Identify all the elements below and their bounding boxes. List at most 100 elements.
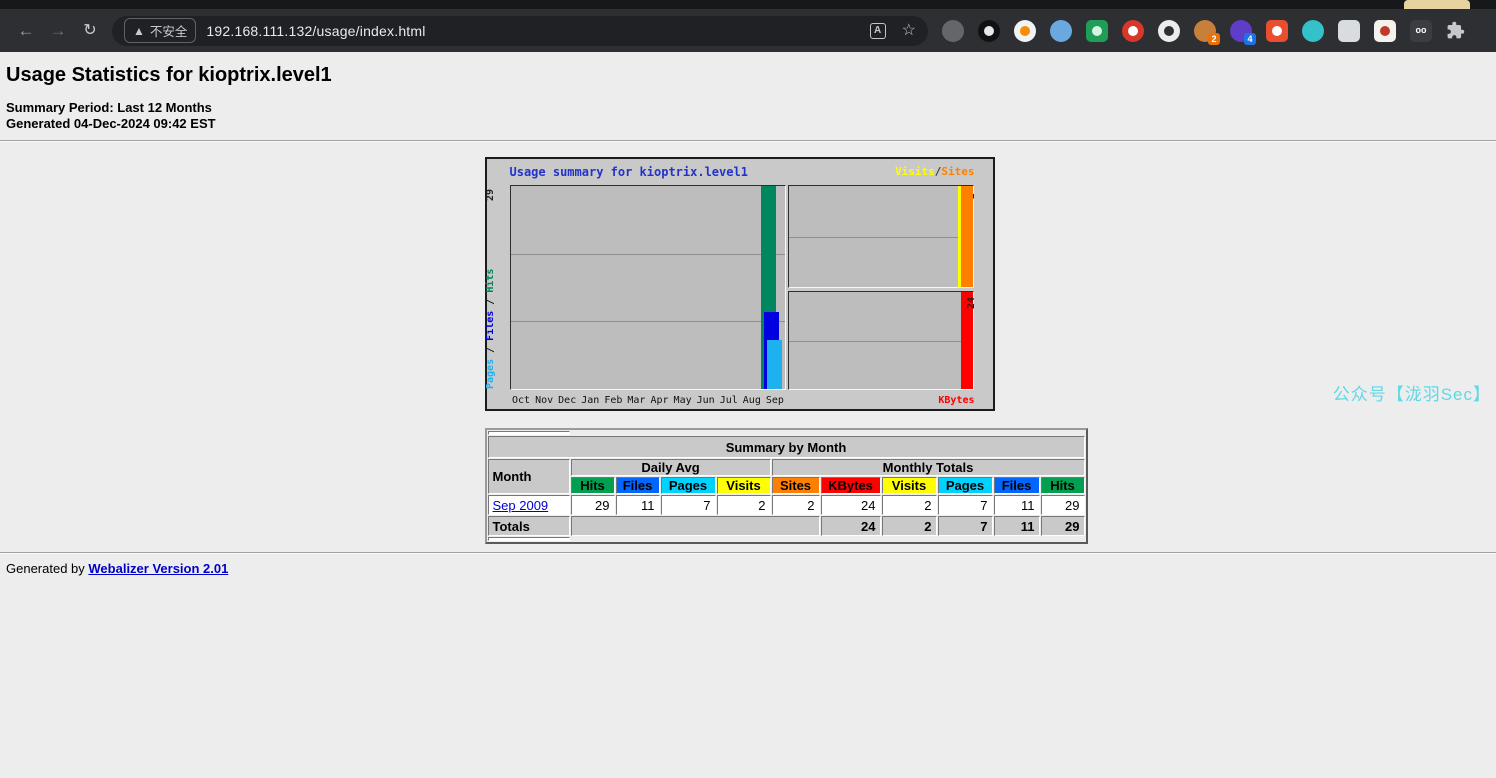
- extension-icon-green-camera[interactable]: [1086, 20, 1108, 42]
- totals-spacer: [571, 516, 820, 536]
- back-button[interactable]: ←: [10, 16, 42, 46]
- totals-cell: 29: [1041, 516, 1085, 536]
- totals-row: Totals 24 2 7 11 29: [488, 516, 1085, 536]
- table-cell: 2: [882, 495, 937, 515]
- table-cell: 29: [571, 495, 615, 515]
- col-header-files-daily: Files: [616, 477, 660, 494]
- table-cell: 2: [717, 495, 771, 515]
- legend-sites: Sites: [941, 165, 974, 178]
- url-text[interactable]: 192.168.111.132/usage/index.html: [206, 23, 425, 39]
- tab-strip: [0, 0, 1496, 9]
- col-header-hits-total: Hits: [1041, 477, 1085, 494]
- table-cell: 11: [616, 495, 660, 515]
- extension-icon-purple-shield[interactable]: 4: [1230, 20, 1252, 42]
- extensions-puzzle-icon[interactable]: [1446, 21, 1465, 40]
- security-label: 不安全: [150, 21, 188, 40]
- footer-text: Generated by: [6, 561, 88, 576]
- group-header-daily-avg: Daily Avg: [571, 459, 771, 476]
- month-label: Jul: [717, 395, 740, 406]
- month-label: Mar: [625, 395, 648, 406]
- extensions-bar: 24 oo: [942, 20, 1432, 42]
- month-link[interactable]: Sep 2009: [493, 498, 549, 513]
- axis-pages: Pages: [485, 359, 496, 389]
- extension-icon-doc[interactable]: [1374, 20, 1396, 42]
- browser-chrome: ← → ↻ ▲ 不安全 192.168.111.132/usage/index.…: [0, 0, 1496, 52]
- col-header-pages-total: Pages: [938, 477, 993, 494]
- extension-icon-white-ring[interactable]: [1158, 20, 1180, 42]
- month-label: Dec: [556, 395, 579, 406]
- month-label: Sep: [763, 395, 786, 406]
- browser-toolbar: ← → ↻ ▲ 不安全 192.168.111.132/usage/index.…: [0, 9, 1496, 52]
- bar-pages-sep: [767, 340, 782, 389]
- left-axis-max: 29: [485, 189, 496, 201]
- col-header-pages-daily: Pages: [661, 477, 716, 494]
- month-label: Feb: [602, 395, 625, 406]
- month-cell: Sep 2009: [488, 495, 570, 515]
- axis-hits: Hits: [485, 269, 496, 293]
- table-cell: 11: [994, 495, 1040, 515]
- table-cell: 7: [938, 495, 993, 515]
- graph-title: Usage summary for kioptrix.level1: [510, 165, 748, 179]
- totals-cell: 2: [882, 516, 937, 536]
- month-label: Jun: [694, 395, 717, 406]
- webpage: Usage Statistics for kioptrix.level1 Sum…: [0, 52, 1496, 778]
- totals-cell: 7: [938, 516, 993, 536]
- translate-icon[interactable]: A: [870, 23, 886, 39]
- extension-icon-goggles[interactable]: oo: [1410, 20, 1432, 42]
- extension-icon-red-square[interactable]: [1266, 20, 1288, 42]
- extension-icon-window[interactable]: [1338, 20, 1360, 42]
- watermark: 公众号【泷羽Sec】: [1333, 380, 1491, 405]
- kbytes-axis-label: KBytes: [938, 395, 974, 406]
- col-header-kbytes: KBytes: [821, 477, 881, 494]
- reload-button[interactable]: ↻: [74, 16, 106, 46]
- table-title: Summary by Month: [488, 436, 1085, 458]
- table-stub-bottom: [488, 537, 570, 541]
- extension-icon-teal-drop[interactable]: [1302, 20, 1324, 42]
- extension-icon-blue-bird[interactable]: [1050, 20, 1072, 42]
- col-header-sites: Sites: [772, 477, 820, 494]
- table-stub-top: [488, 431, 570, 435]
- month-label: May: [671, 395, 694, 406]
- warning-triangle-icon: ▲: [133, 24, 145, 38]
- axis-files: Files: [485, 311, 496, 341]
- col-header-visits-daily: Visits: [717, 477, 771, 494]
- address-bar[interactable]: ▲ 不安全 192.168.111.132/usage/index.html A…: [112, 16, 928, 46]
- summary-period: Summary Period: Last 12 Months: [0, 100, 1496, 116]
- webalizer-link[interactable]: Webalizer Version 2.01: [88, 561, 228, 576]
- page-title: Usage Statistics for kioptrix.level1: [0, 52, 1496, 87]
- generated-timestamp: Generated 04-Dec-2024 09:42 EST: [0, 116, 1496, 132]
- visits-sites-panel: [788, 185, 974, 288]
- col-header-files-total: Files: [994, 477, 1040, 494]
- month-label: Nov: [533, 395, 556, 406]
- month-label: Apr: [648, 395, 671, 406]
- extension-icon-orange[interactable]: 2: [1194, 20, 1216, 42]
- page-footer: Generated by Webalizer Version 2.01: [0, 554, 1496, 576]
- table-cell: 2: [772, 495, 820, 515]
- month-label: Jan: [579, 395, 602, 406]
- col-header-month: Month: [488, 459, 570, 494]
- month-label: Aug: [740, 395, 763, 406]
- security-chip[interactable]: ▲ 不安全: [124, 18, 196, 43]
- extension-icon-cloud[interactable]: [942, 20, 964, 42]
- extension-icon-red-dice[interactable]: [1122, 20, 1144, 42]
- month-label: Oct: [510, 395, 533, 406]
- extension-icon-dark-drop[interactable]: [978, 20, 1000, 42]
- tab-stub[interactable]: [1404, 0, 1470, 9]
- forward-button[interactable]: →: [42, 16, 74, 46]
- graph-legend-right: Visits/Sites: [895, 165, 975, 178]
- totals-cell: 11: [994, 516, 1040, 536]
- table-row: Sep 2009 29 11 7 2 2 24 2 7 11 29: [488, 495, 1085, 515]
- col-header-hits-daily: Hits: [571, 477, 615, 494]
- right-bottom-axis-max: 24: [966, 297, 977, 309]
- group-header-monthly-totals: Monthly Totals: [772, 459, 1085, 476]
- summary-by-month-table: Summary by Month Month Daily Avg Monthly…: [485, 428, 1088, 544]
- bookmark-star-icon[interactable]: ☆: [902, 23, 916, 39]
- divider: [0, 140, 1496, 142]
- legend-visits: Visits: [895, 165, 935, 178]
- col-header-visits-total: Visits: [882, 477, 937, 494]
- table-cell: 7: [661, 495, 716, 515]
- left-axis-label: Pages / Files / Hits: [485, 269, 496, 389]
- totals-cell: 24: [821, 516, 881, 536]
- table-cell: 29: [1041, 495, 1085, 515]
- extension-icon-map-pin[interactable]: [1014, 20, 1036, 42]
